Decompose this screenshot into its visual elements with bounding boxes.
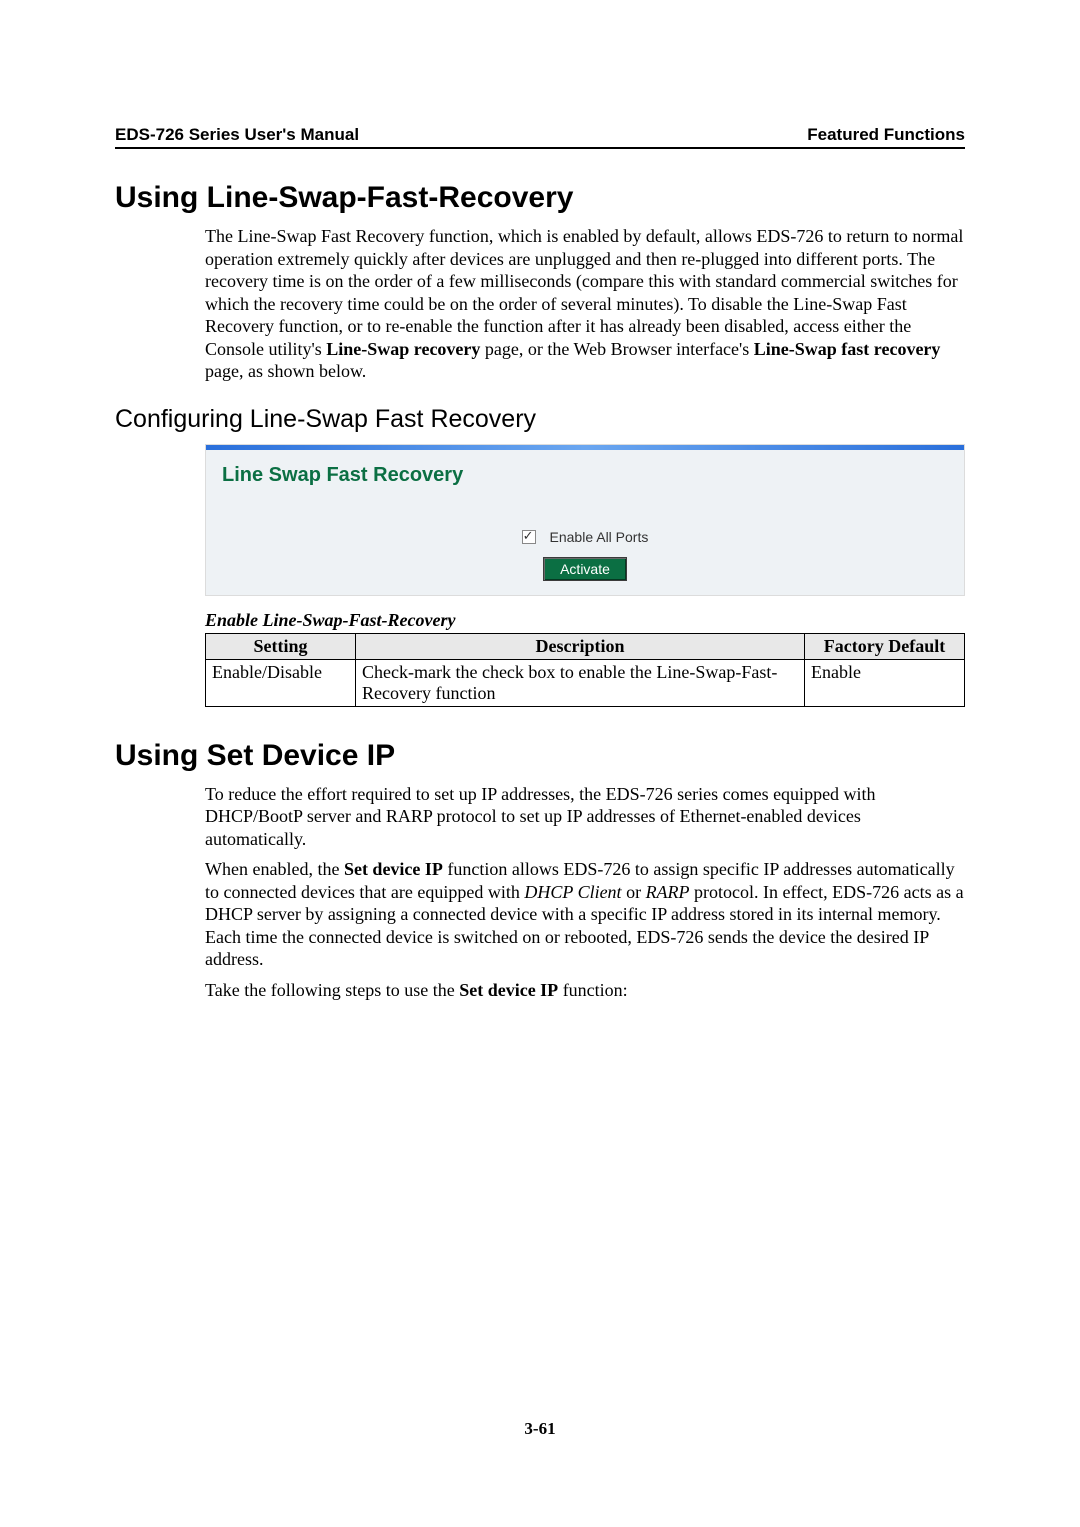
settings-table: Setting Description Factory Default Enab… <box>205 633 965 707</box>
page-number: 3-61 <box>0 1419 1080 1439</box>
subsection-title-config: Configuring Line-Swap Fast Recovery <box>115 405 965 434</box>
s2p2-mid2: or <box>622 882 646 902</box>
section2-p3: Take the following steps to use the Set … <box>205 979 965 1002</box>
s2p2-i1: DHCP Client <box>524 882 621 902</box>
enable-all-ports-label: Enable All Ports <box>550 529 649 545</box>
screenshot-panel: Line Swap Fast Recovery Enable All Ports… <box>205 444 965 596</box>
page-header: EDS-726 Series User's Manual Featured Fu… <box>115 125 965 149</box>
table-caption: Enable Line-Swap-Fast-Recovery <box>205 610 965 631</box>
cell-setting: Enable/Disable <box>206 659 356 706</box>
panel-title: Line Swap Fast Recovery <box>222 464 948 487</box>
section1-text-mid: page, or the Web Browser interface's <box>480 339 753 359</box>
s2p2-i2: RARP <box>646 882 690 902</box>
section1-paragraph: The Line-Swap Fast Recovery function, wh… <box>205 225 965 383</box>
section-title-set-device-ip: Using Set Device IP <box>115 739 965 773</box>
s2p3-pre: Take the following steps to use the <box>205 980 459 1000</box>
th-setting: Setting <box>206 633 356 659</box>
enable-all-ports-checkbox[interactable] <box>522 530 536 544</box>
header-right: Featured Functions <box>807 125 965 145</box>
th-default: Factory Default <box>805 633 965 659</box>
section1-text-end: page, as shown below. <box>205 361 366 381</box>
s2p2-pre: When enabled, the <box>205 859 344 879</box>
s2p2-b1: Set device IP <box>344 859 443 879</box>
cell-description: Check-mark the check box to enable the L… <box>356 659 805 706</box>
section1-bold-2: Line-Swap fast recovery <box>754 339 941 359</box>
section2-p2: When enabled, the Set device IP function… <box>205 858 965 971</box>
enable-all-ports-row: Enable All Ports <box>222 529 948 545</box>
activate-button[interactable]: Activate <box>543 557 627 581</box>
s2p3-b1: Set device IP <box>459 980 558 1000</box>
s2p3-end: function: <box>558 980 628 1000</box>
section-title-line-swap: Using Line-Swap-Fast-Recovery <box>115 181 965 215</box>
cell-default: Enable <box>805 659 965 706</box>
header-left: EDS-726 Series User's Manual <box>115 125 359 145</box>
section2-p1: To reduce the effort required to set up … <box>205 783 965 851</box>
th-description: Description <box>356 633 805 659</box>
table-row: Enable/Disable Check-mark the check box … <box>206 659 965 706</box>
section1-bold-1: Line-Swap recovery <box>326 339 480 359</box>
